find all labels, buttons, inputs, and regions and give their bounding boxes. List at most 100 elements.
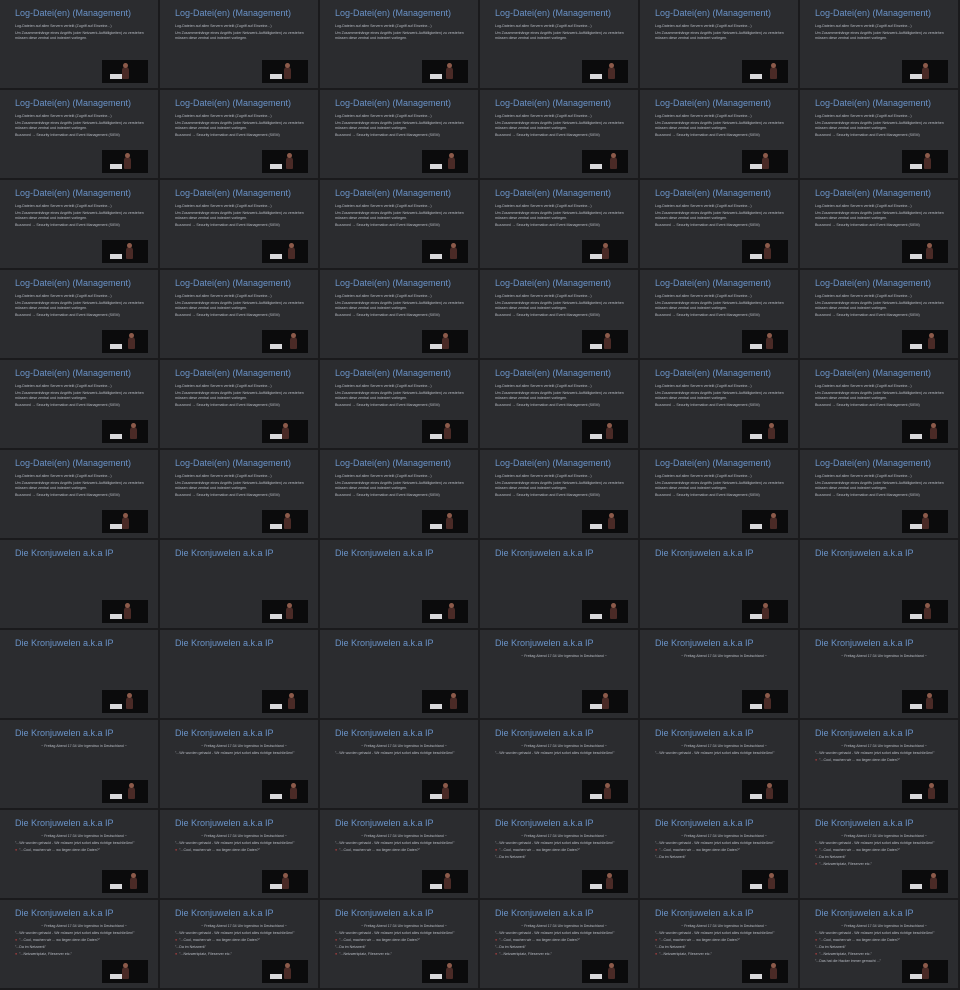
slide-body: Log-Dateien auf allen Servern verteilt (… (335, 204, 473, 230)
video-frame-thumbnail[interactable]: Die Kronjuwelen a.k.a IP (480, 540, 638, 628)
video-frame-thumbnail[interactable]: Die Kronjuwelen a.k.a IP ~ Freitag Abend … (0, 900, 158, 988)
video-frame-thumbnail[interactable]: Log-Datei(en) (Management) Log-Dateien au… (320, 360, 478, 448)
video-frame-thumbnail[interactable]: Log-Datei(en) (Management) Log-Dateien au… (0, 360, 158, 448)
video-frame-thumbnail[interactable]: Die Kronjuwelen a.k.a IP ~ Freitag Abend … (320, 810, 478, 898)
video-frame-thumbnail[interactable]: Die Kronjuwelen a.k.a IP (320, 540, 478, 628)
video-frame-thumbnail[interactable]: Die Kronjuwelen a.k.a IP ~ Freitag Abend … (160, 900, 318, 988)
laptop-screen (430, 884, 442, 889)
video-frame-thumbnail[interactable]: Die Kronjuwelen a.k.a IP ~ Freitag Abend … (480, 900, 638, 988)
video-frame-thumbnail[interactable]: Die Kronjuwelen a.k.a IP ~ Freitag Abend … (0, 720, 158, 808)
speaker-figure (282, 427, 289, 439)
video-frame-thumbnail[interactable]: Log-Datei(en) (Management) Log-Dateien au… (0, 90, 158, 178)
slide-text: Um Zusammenhänge eines Angriffs (oder Ne… (15, 481, 144, 490)
speaker-camera-inset (422, 240, 468, 263)
slide-text-line: Log-Dateien auf allen Servern verteilt (… (495, 204, 633, 209)
video-frame-thumbnail[interactable]: Die Kronjuwelen a.k.a IP (0, 540, 158, 628)
video-frame-thumbnail[interactable]: Die Kronjuwelen a.k.a IP ~ Freitag Abend … (640, 900, 798, 988)
video-frame-thumbnail[interactable]: Log-Datei(en) (Management) Log-Dateien au… (160, 270, 318, 358)
video-frame-thumbnail[interactable]: Log-Datei(en) (Management) Log-Dateien au… (640, 90, 798, 178)
video-frame-thumbnail[interactable]: Log-Datei(en) (Management) Log-Dateien au… (160, 90, 318, 178)
slide-text-line: Um Zusammenhänge eines Angriffs (oder Ne… (655, 391, 793, 401)
speaker-camera-inset (742, 420, 788, 443)
video-frame-thumbnail[interactable]: Log-Datei(en) (Management) Log-Dateien au… (160, 360, 318, 448)
video-frame-thumbnail[interactable]: Log-Datei(en) (Management) Log-Dateien au… (160, 450, 318, 538)
video-frame-thumbnail[interactable]: Die Kronjuwelen a.k.a IP (160, 630, 318, 718)
slide-text: "...Cool, machen wir ... wo liegen denn … (659, 938, 741, 942)
bullet-icon: ● (815, 952, 818, 956)
video-frame-thumbnail[interactable]: Log-Datei(en) (Management) Log-Dateien au… (160, 0, 318, 88)
video-frame-thumbnail[interactable]: Die Kronjuwelen a.k.a IP (160, 540, 318, 628)
video-frame-thumbnail[interactable]: Die Kronjuwelen a.k.a IP ~ Freitag Abend … (160, 810, 318, 898)
video-frame-thumbnail[interactable]: Log-Datei(en) (Management) Log-Dateien au… (320, 270, 478, 358)
video-frame-thumbnail[interactable]: Log-Datei(en) (Management) Log-Dateien au… (800, 450, 958, 538)
video-frame-thumbnail[interactable]: Die Kronjuwelen a.k.a IP ~ Freitag Abend … (0, 810, 158, 898)
video-frame-thumbnail[interactable]: Log-Datei(en) (Management) Log-Dateien au… (640, 270, 798, 358)
video-frame-thumbnail[interactable]: Die Kronjuwelen a.k.a IP ~ Freitag Abend … (640, 630, 798, 718)
video-frame-thumbnail[interactable]: Log-Datei(en) (Management) Log-Dateien au… (320, 0, 478, 88)
video-frame-thumbnail[interactable]: Die Kronjuwelen a.k.a IP (800, 540, 958, 628)
video-frame-thumbnail[interactable]: Log-Datei(en) (Management) Log-Dateien au… (0, 270, 158, 358)
video-frame-thumbnail[interactable]: Log-Datei(en) (Management) Log-Dateien au… (480, 0, 638, 88)
video-frame-thumbnail[interactable]: Log-Datei(en) (Management) Log-Dateien au… (320, 90, 478, 178)
video-frame-thumbnail[interactable]: Log-Datei(en) (Management) Log-Dateien au… (0, 450, 158, 538)
video-frame-thumbnail[interactable]: Die Kronjuwelen a.k.a IP ~ Freitag Abend … (640, 720, 798, 808)
video-frame-thumbnail[interactable]: Die Kronjuwelen a.k.a IP (640, 540, 798, 628)
slide-title: Die Kronjuwelen a.k.a IP (655, 908, 754, 918)
video-frame-thumbnail[interactable]: Die Kronjuwelen a.k.a IP ~ Freitag Abend … (480, 630, 638, 718)
slide-text: ~ Freitag Abend 17:34 Uhr irgendwo in De… (841, 834, 927, 838)
speaker-figure (924, 157, 931, 169)
video-frame-thumbnail[interactable]: Die Kronjuwelen a.k.a IP ~ Freitag Abend … (640, 810, 798, 898)
slide-text: "...Netzwerkplatz, Fileserver etc." (819, 862, 872, 866)
video-frame-thumbnail[interactable]: Log-Datei(en) (Management) Log-Dateien au… (800, 360, 958, 448)
slide-text-line: Um Zusammenhänge eines Angriffs (oder Ne… (495, 31, 633, 41)
video-frame-thumbnail[interactable]: Die Kronjuwelen a.k.a IP ~ Freitag Abend … (800, 900, 958, 988)
video-frame-thumbnail[interactable]: Log-Datei(en) (Management) Log-Dateien au… (480, 180, 638, 268)
slide-text: Um Zusammenhänge eines Angriffs (oder Ne… (655, 481, 784, 490)
speaker-figure (770, 967, 777, 979)
video-frame-thumbnail[interactable]: Log-Datei(en) (Management) Log-Dateien au… (640, 450, 798, 538)
video-frame-thumbnail[interactable]: Log-Datei(en) (Management) Log-Dateien au… (160, 180, 318, 268)
video-frame-thumbnail[interactable]: Log-Datei(en) (Management) Log-Dateien au… (800, 0, 958, 88)
video-frame-thumbnail[interactable]: Log-Datei(en) (Management) Log-Dateien au… (0, 180, 158, 268)
video-frame-thumbnail[interactable]: Die Kronjuwelen a.k.a IP ~ Freitag Abend … (480, 720, 638, 808)
video-frame-thumbnail[interactable]: Log-Datei(en) (Management) Log-Dateien au… (640, 180, 798, 268)
video-frame-thumbnail[interactable]: Die Kronjuwelen a.k.a IP (320, 630, 478, 718)
slide-text-line: Log-Dateien auf allen Servern verteilt (… (815, 24, 953, 29)
speaker-head (449, 603, 454, 608)
speaker-head (931, 423, 936, 428)
slide-text: Log-Dateien auf allen Servern verteilt (… (495, 384, 592, 388)
video-frame-thumbnail[interactable]: Log-Datei(en) (Management) Log-Dateien au… (480, 90, 638, 178)
video-frame-thumbnail[interactable]: Die Kronjuwelen a.k.a IP (0, 630, 158, 718)
video-frame-thumbnail[interactable]: Die Kronjuwelen a.k.a IP ~ Freitag Abend … (480, 810, 638, 898)
laptop-screen (590, 524, 602, 529)
video-frame-thumbnail[interactable]: Log-Datei(en) (Management) Log-Dateien au… (800, 270, 958, 358)
video-frame-thumbnail[interactable]: Die Kronjuwelen a.k.a IP ~ Freitag Abend … (800, 810, 958, 898)
slide-text: Um Zusammenhänge eines Angriffs (oder Ne… (495, 481, 624, 490)
video-frame-thumbnail[interactable]: Log-Datei(en) (Management) Log-Dateien au… (640, 360, 798, 448)
video-frame-thumbnail[interactable]: Die Kronjuwelen a.k.a IP ~ Freitag Abend … (800, 720, 958, 808)
video-frame-thumbnail[interactable]: Log-Datei(en) (Management) Log-Dateien au… (800, 180, 958, 268)
video-frame-thumbnail[interactable]: Die Kronjuwelen a.k.a IP ~ Freitag Abend … (320, 900, 478, 988)
speaker-figure (922, 967, 929, 979)
slide-title: Log-Datei(en) (Management) (815, 278, 932, 288)
video-frame-thumbnail[interactable]: Log-Datei(en) (Management) Log-Dateien au… (480, 270, 638, 358)
video-frame-thumbnail[interactable]: Die Kronjuwelen a.k.a IP ~ Freitag Abend … (160, 720, 318, 808)
video-frame-thumbnail[interactable]: Log-Datei(en) (Management) Log-Dateien au… (480, 360, 638, 448)
speaker-figure (608, 517, 615, 529)
video-frame-thumbnail[interactable]: Log-Datei(en) (Management) Log-Dateien au… (320, 450, 478, 538)
speaker-head (923, 513, 928, 518)
video-frame-thumbnail[interactable]: Log-Datei(en) (Management) Log-Dateien au… (320, 180, 478, 268)
slide-title: Log-Datei(en) (Management) (15, 368, 132, 378)
slide-text-line: Um Zusammenhänge eines Angriffs (oder Ne… (15, 121, 153, 131)
video-frame-thumbnail[interactable]: Log-Datei(en) (Management) Log-Dateien au… (800, 90, 958, 178)
slide-text-line: Buzzword → Security Information and Even… (815, 133, 953, 138)
slide-title: Log-Datei(en) (Management) (15, 188, 132, 198)
video-frame-thumbnail[interactable]: Log-Datei(en) (Management) Log-Dateien au… (480, 450, 638, 538)
video-frame-thumbnail[interactable]: Log-Datei(en) (Management) Log-Dateien au… (640, 0, 798, 88)
video-frame-thumbnail[interactable]: Die Kronjuwelen a.k.a IP ~ Freitag Abend … (320, 720, 478, 808)
slide-text-line: Um Zusammenhänge eines Angriffs (oder Ne… (335, 31, 473, 41)
video-frame-thumbnail[interactable]: Die Kronjuwelen a.k.a IP ~ Freitag Abend … (800, 630, 958, 718)
slide-text-line: Log-Dateien auf allen Servern verteilt (… (15, 24, 153, 29)
laptop-screen (590, 344, 602, 349)
video-frame-thumbnail[interactable]: Log-Datei(en) (Management) Log-Dateien au… (0, 0, 158, 88)
